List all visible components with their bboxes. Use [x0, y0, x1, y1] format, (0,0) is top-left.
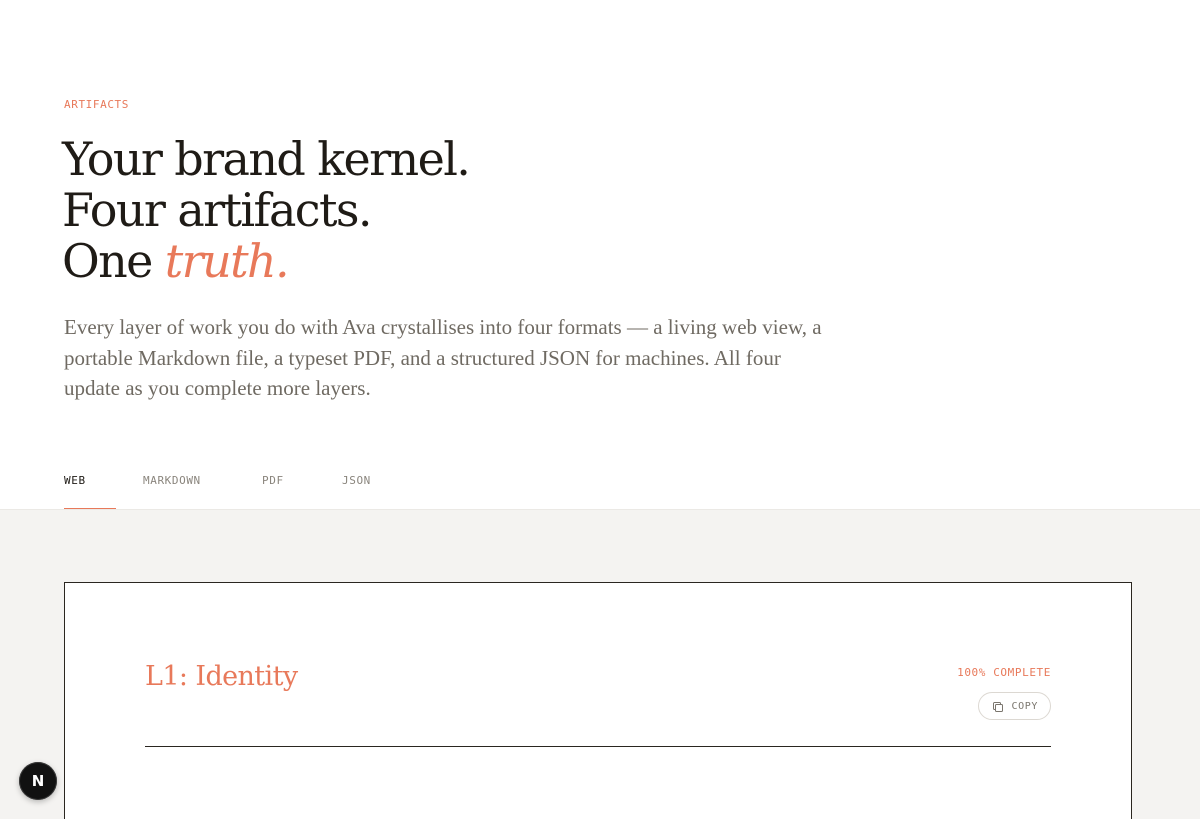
section-eyebrow: ARTIFACTS [64, 98, 130, 111]
completion-status: 100% COMPLETE [957, 666, 1051, 679]
hero-description: Every layer of work you do with Ava crys… [64, 315, 822, 400]
layer-card: L1: Identity 100% COMPLETE COPY [64, 582, 1132, 819]
tab-markdown[interactable]: MARKDOWN [143, 470, 262, 510]
headline-line-3-lead: One [62, 234, 165, 288]
nextjs-badge-label: N [31, 772, 45, 790]
copy-icon [992, 700, 1004, 712]
headline-line-2: Four artifacts. [62, 183, 372, 237]
layer-title: L1: Identity [145, 661, 298, 692]
headline-line-1: Your brand kernel. [62, 132, 471, 186]
card-divider [145, 746, 1051, 747]
copy-button[interactable]: COPY [977, 692, 1051, 720]
artifact-tabs: WEB MARKDOWN PDF JSON [64, 470, 402, 510]
nextjs-icon[interactable]: N [19, 762, 57, 800]
tab-json[interactable]: JSON [342, 470, 402, 510]
tab-web[interactable]: WEB [64, 470, 143, 510]
copy-button-label: COPY [1011, 700, 1038, 712]
headline-line-3: One truth. [62, 236, 469, 287]
headline-accent-word: truth. [164, 234, 290, 288]
artifact-preview-area: L1: Identity 100% COMPLETE COPY [0, 509, 1200, 819]
page-headline: Your brand kernel. Four artifacts. One t… [62, 132, 471, 287]
hero-section: ARTIFACTS Your brand kernel. Four artifa… [0, 0, 1200, 510]
tab-pdf[interactable]: PDF [262, 470, 342, 510]
